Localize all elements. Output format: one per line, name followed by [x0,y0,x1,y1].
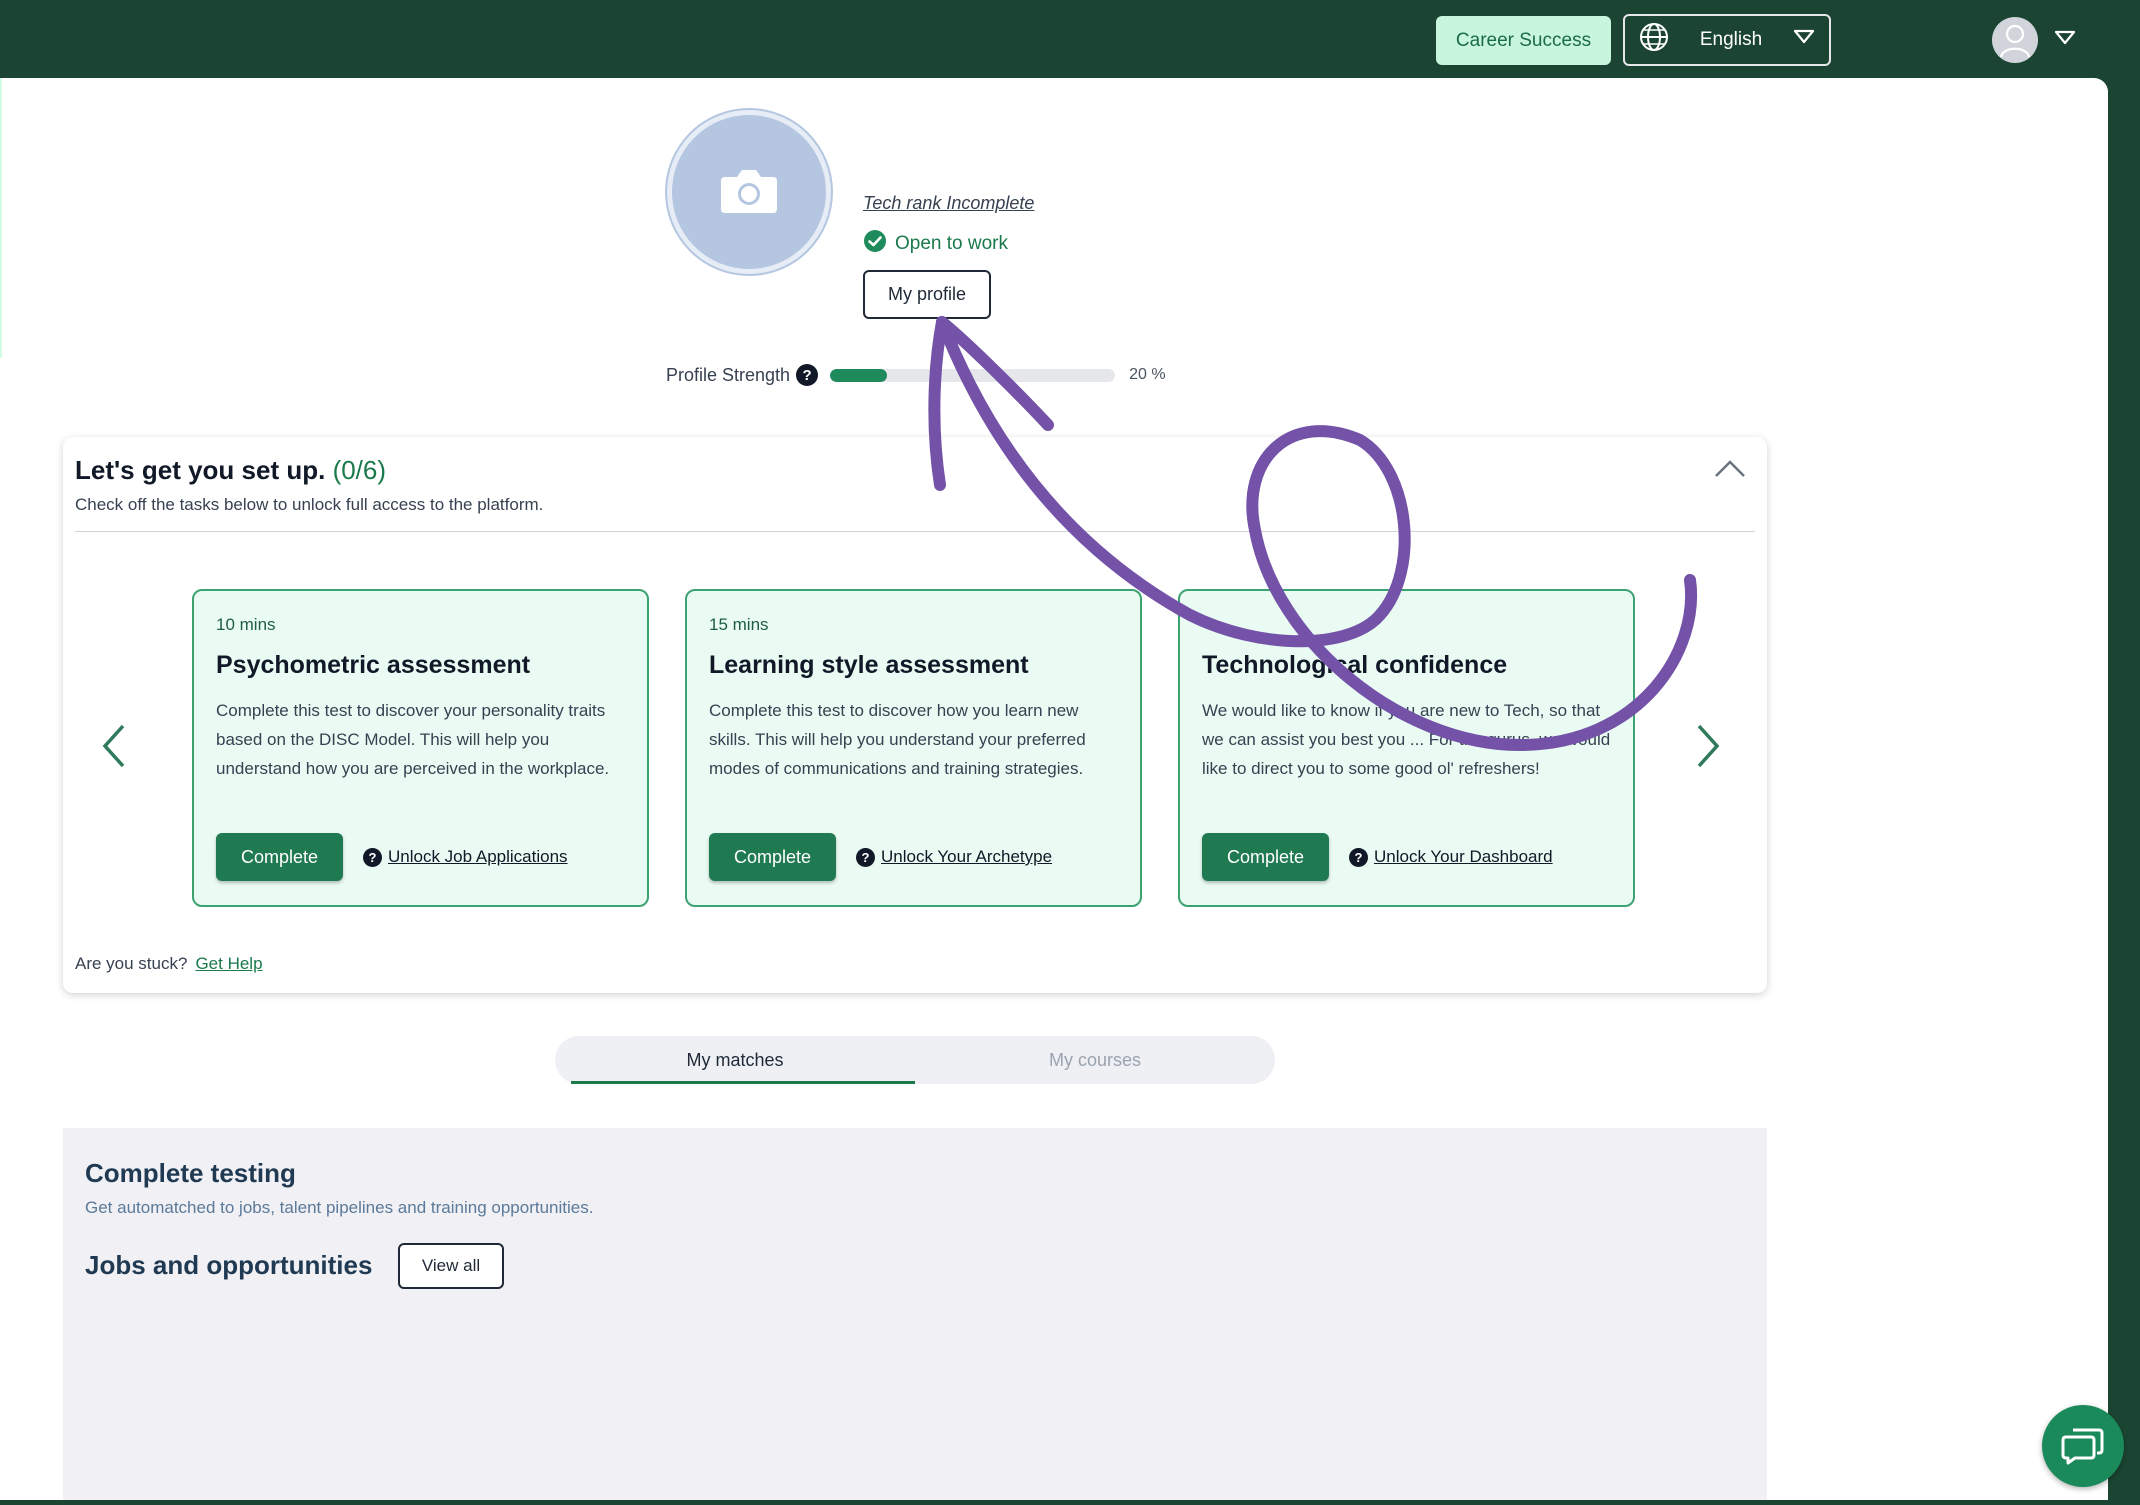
tab-bar: My matches My courses [555,1036,1275,1084]
chevron-left-icon[interactable] [99,723,129,774]
globe-icon [1639,22,1669,58]
help-prompt: Are you stuck? Get Help [75,954,263,974]
unlock-link[interactable]: ? Unlock Job Applications [363,847,568,867]
open-to-work-status: Open to work [863,229,1008,259]
unlock-link[interactable]: ? Unlock Your Dashboard [1349,847,1553,867]
complete-button[interactable]: Complete [1202,833,1329,881]
unlock-label: Unlock Your Dashboard [1374,847,1553,866]
card-actions: Complete ? Unlock Your Dashboard [1202,833,1553,881]
help-icon: ? [363,847,382,867]
chat-icon[interactable] [2042,1405,2124,1487]
help-icon: ? [856,847,875,867]
get-help-link[interactable]: Get Help [195,954,262,973]
unlock-label: Unlock Your Archetype [881,847,1053,866]
career-success-button[interactable]: Career Success [1436,16,1611,65]
unlock-label: Unlock Job Applications [388,847,568,866]
setup-subtitle: Check off the tasks below to unlock full… [75,495,544,514]
setup-checklist-panel: Let's get you set up. (0/6) Check off th… [63,437,1767,993]
profile-strength-bar [830,368,1116,382]
jobs-heading: Jobs and opportunities [85,1250,373,1280]
task-card-tech-confidence: Technological confidence We would like t… [1178,589,1635,907]
card-actions: Complete ? Unlock Your Archetype [709,833,1052,881]
language-label: English [1699,29,1763,50]
chevron-right-icon[interactable] [1693,723,1723,774]
task-card-psychometric: 10 mins Psychometric assessment Complete… [192,589,649,907]
card-title: Learning style assessment [709,651,1029,679]
complete-button[interactable]: Complete [709,833,836,881]
setup-title: Let's get you set up. (0/6) [75,455,386,486]
profile-photo-upload[interactable] [667,110,831,274]
tab-my-courses[interactable]: My courses [915,1036,1275,1084]
tab-my-matches[interactable]: My matches [555,1036,915,1084]
caret-down-icon [1793,29,1815,51]
language-selector[interactable]: English [1623,14,1831,66]
card-description: Complete this test to discover your pers… [216,701,610,778]
view-all-button[interactable]: View all [398,1243,504,1289]
card-duration [1202,615,1611,635]
divider [75,531,1755,532]
card-actions: Complete ? Unlock Job Applications [216,833,568,881]
card-duration: 15 mins [709,615,769,634]
complete-testing-panel: Complete testing Get automatched to jobs… [63,1128,1767,1500]
chevron-up-icon[interactable] [1713,457,1747,484]
check-circle-icon [863,229,887,259]
card-duration: 10 mins [216,615,276,634]
help-icon: ? [1349,847,1368,867]
setup-progress-count: (0/6) [332,455,387,485]
account-menu-caret-icon[interactable] [2054,30,2076,51]
unlock-link[interactable]: ? Unlock Your Archetype [856,847,1052,867]
setup-title-text: Let's get you set up. [75,455,326,485]
profile-strength: Profile Strength ? 20 % [666,364,1166,386]
card-description: Complete this test to discover how you l… [709,701,1086,778]
card-title: Psychometric assessment [216,651,531,679]
profile-strength-percent: 20 % [1129,366,1166,383]
user-avatar-icon[interactable] [1992,17,2038,63]
top-navigation-bar: Career Success English [0,0,2140,78]
section-title: Complete testing [85,1158,296,1188]
open-to-work-label: Open to work [895,233,1008,254]
task-card-learning-style: 15 mins Learning style assessment Comple… [685,589,1142,907]
profile-strength-label: Profile Strength [666,364,791,385]
section-subtitle: Get automatched to jobs, talent pipeline… [85,1198,594,1217]
complete-button[interactable]: Complete [216,833,343,881]
left-edge-strip [0,78,2,358]
camera-icon [719,165,779,220]
card-title: Technological confidence [1202,651,1508,679]
my-profile-button[interactable]: My profile [863,270,991,319]
help-icon[interactable]: ? [796,364,819,386]
tech-rank-link[interactable]: Tech rank Incomplete [863,193,1034,214]
stuck-text: Are you stuck? [75,954,188,973]
profile-strength-fill [830,368,888,382]
card-description: We would like to know if you are new to … [1202,701,1611,778]
